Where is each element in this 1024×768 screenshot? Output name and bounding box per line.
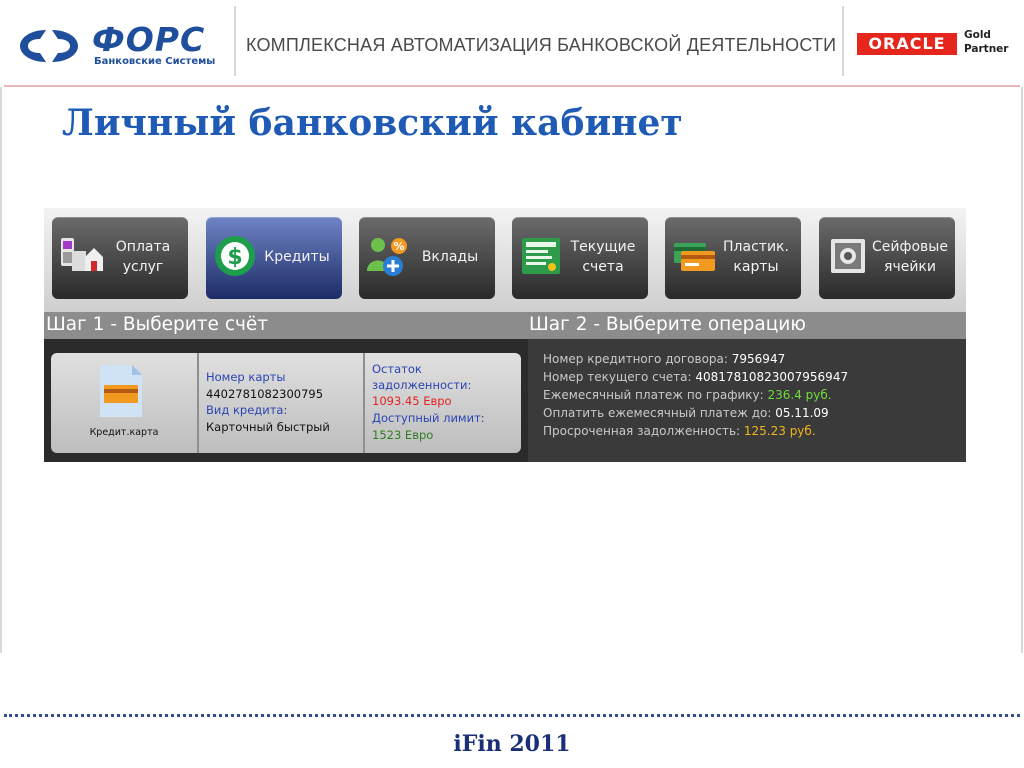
limit-label: Доступный лимит:: [372, 411, 485, 425]
monthly-payment-label: Ежемесячный платеж по графику:: [543, 388, 764, 402]
operation-panel: Номер кредитного договора: 7956947 Номер…: [528, 339, 966, 462]
credit-type: Карточный быстрый: [206, 420, 330, 434]
toolbar-button-label: Пластик. карты: [723, 239, 789, 275]
toolbar-button-label: Кредиты: [264, 249, 330, 265]
partner-text: Partner: [964, 43, 1009, 55]
overdue-value: 125.23 руб.: [743, 424, 816, 438]
overdue-label: Просроченная задолженность:: [543, 424, 741, 438]
account-number-label: Номер текущего счета:: [543, 370, 692, 384]
safe-icon: [831, 239, 865, 273]
card-icon: [674, 243, 715, 271]
toolbar-button-safe[interactable]: Сейфовые ячейки: [819, 217, 955, 299]
fors-logo-icon: [20, 30, 78, 62]
page-title: Личный банковский кабинет: [62, 102, 683, 144]
contract-number-value: 7956947: [731, 352, 786, 366]
right-border: [1021, 87, 1023, 653]
step-bar: Шаг 1 - Выберите счёт Шаг 2 - Выберите о…: [44, 312, 966, 339]
header-rule: [4, 85, 1020, 87]
dollar-icon: $: [215, 236, 255, 276]
brand-subtitle: Банковские Системы: [94, 56, 216, 67]
limit-value: 1523 Евро: [372, 428, 434, 442]
partner-level: Gold: [964, 29, 991, 41]
step1-label: Шаг 1 - Выберите счёт: [46, 314, 269, 335]
toolbar-button-label: Оплата услуг: [115, 239, 171, 275]
card-caption: Кредит.карта: [89, 427, 159, 438]
toolbar-button-cards[interactable]: Пластик. карты: [665, 217, 801, 299]
card-thumbnail: Кредит.карта: [51, 353, 199, 453]
overdue-line: Просроченная задолженность: 125.23 руб.: [543, 422, 816, 440]
due-date-label: Оплатить ежемесячный платеж до:: [543, 406, 772, 420]
account-select-panel: Кредит.карта Номер карты 440278108230079…: [44, 339, 528, 462]
step2-label: Шаг 2 - Выберите операцию: [529, 314, 806, 335]
svg-text:$: $: [227, 245, 242, 270]
toolbar-button-label: Вклады: [421, 249, 479, 265]
monthly-payment-value: 236.4 руб.: [767, 388, 832, 402]
debt-label: Остаток: [372, 362, 422, 376]
brand-name: ФОРС: [92, 20, 206, 59]
toolbar-button-label: Сейфовые ячейки: [872, 239, 948, 275]
toolbar-button-payment[interactable]: Оплата услуг: [52, 217, 188, 299]
left-border: [0, 87, 2, 653]
svg-text:%: %: [393, 240, 404, 253]
header-tagline: КОМПЛЕКСНАЯ АВТОМАТИЗАЦИЯ БАНКОВСКОЙ ДЕЯ…: [246, 35, 837, 55]
due-date-value: 05.11.09: [775, 406, 829, 420]
toolbar-button-label: Текущие счета: [570, 239, 636, 275]
contract-number-line: Номер кредитного договора: 7956947: [543, 350, 785, 368]
account-icon: [522, 238, 560, 274]
card-balance: Остаток задолженности: 1093.45 Евро Дост…: [365, 353, 521, 453]
credit-card-icon: [100, 365, 142, 417]
card-number: 4402781082300795: [206, 387, 324, 401]
bank-app: Оплата услуг $ Кредиты % Вклады Текущие …: [44, 208, 966, 462]
footer-text: iFin 2011: [453, 731, 571, 757]
deposit-icon: %: [367, 238, 407, 276]
account-number-line: Номер текущего счета: 408178108230079569…: [543, 368, 848, 386]
card-details: Номер карты 4402781082300795 Вид кредита…: [199, 353, 365, 453]
toolbar-button-deposits[interactable]: % Вклады: [359, 217, 495, 299]
contract-number-label: Номер кредитного договора:: [543, 352, 728, 366]
account-card[interactable]: Кредит.карта Номер карты 440278108230079…: [51, 353, 521, 453]
toolbar-button-credits[interactable]: $ Кредиты: [206, 217, 342, 299]
service-toolbar: Оплата услуг $ Кредиты % Вклады Текущие …: [44, 208, 966, 312]
partner-label: Gold Partner: [964, 28, 1022, 56]
slide-header: ФОРС Банковские Системы КОМПЛЕКСНАЯ АВТО…: [0, 0, 1024, 85]
credit-type-label: Вид кредита:: [206, 403, 288, 417]
oracle-logo: ORACLE: [857, 33, 957, 55]
due-date-line: Оплатить ежемесячный платеж до: 05.11.09: [543, 404, 829, 422]
payment-icon: [61, 238, 103, 271]
footer-rule: [4, 714, 1020, 717]
toolbar-button-accounts[interactable]: Текущие счета: [512, 217, 648, 299]
monthly-payment-line: Ежемесячный платеж по графику: 236.4 руб…: [543, 386, 832, 404]
header-divider: [842, 6, 844, 76]
card-number-label: Номер карты: [206, 370, 286, 384]
header-divider: [234, 6, 236, 76]
account-number-value: 40817810823007956947: [695, 370, 849, 384]
debt-value: 1093.45 Евро: [372, 394, 452, 408]
debt-label: задолженности:: [372, 378, 472, 392]
